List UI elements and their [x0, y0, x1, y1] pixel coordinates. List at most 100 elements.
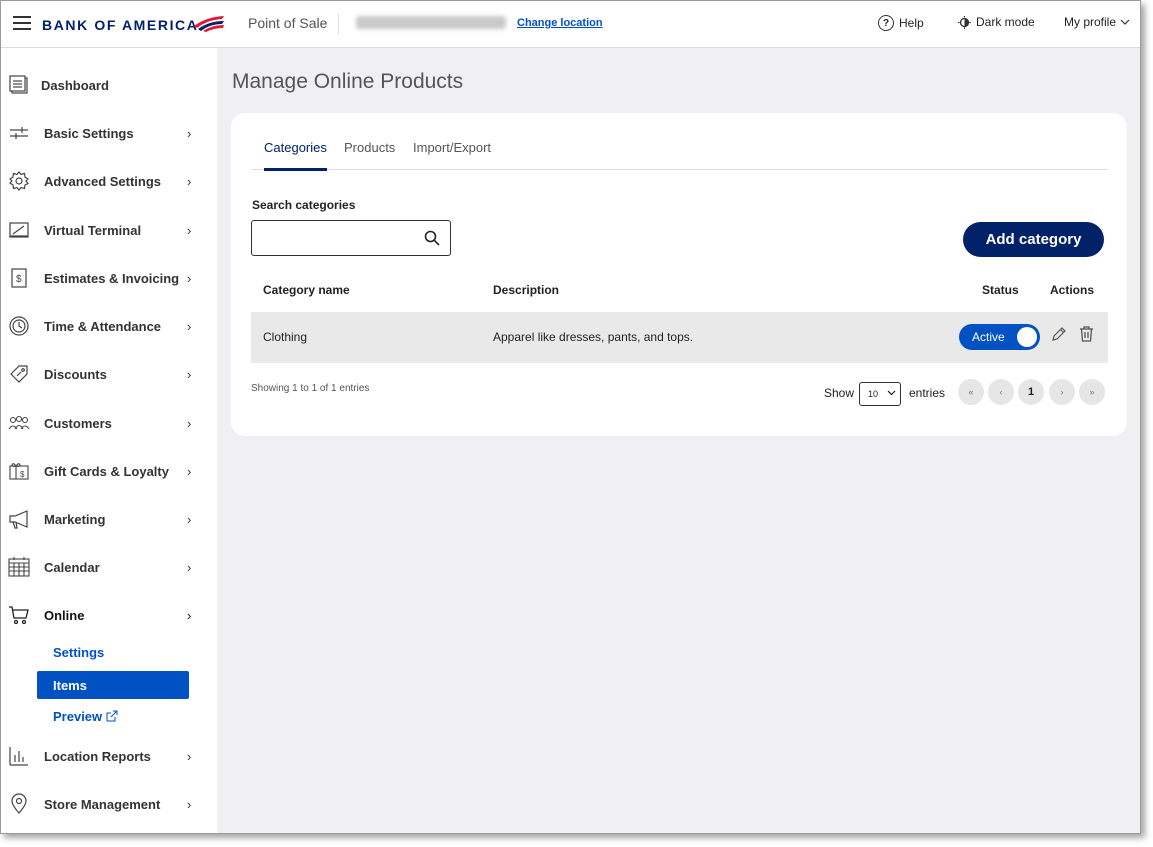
chevron-down-icon: [887, 390, 896, 396]
sidebar-item-marketing[interactable]: Marketing ›: [1, 499, 216, 539]
profile-label: My profile: [1064, 15, 1117, 29]
pagination-first[interactable]: «: [958, 379, 984, 405]
tag-icon: [10, 365, 28, 383]
sidebar-item-label: Dashboard: [41, 77, 109, 93]
chevron-right-icon: ›: [187, 318, 192, 334]
dark-mode-button[interactable]: Dark mode: [958, 15, 1035, 29]
sidebar-item-dashboard[interactable]: Dashboard: [1, 65, 216, 105]
chevron-right-icon: ›: [187, 366, 192, 382]
chevron-right-icon: ›: [187, 463, 192, 479]
tab-import-export[interactable]: Import/Export: [413, 140, 491, 168]
column-header-description: Description: [493, 283, 560, 297]
add-category-button[interactable]: Add category: [963, 222, 1104, 257]
tab-categories[interactable]: Categories: [264, 140, 327, 171]
categories-card: Categories Products Import/Export Search…: [231, 113, 1127, 436]
chevron-right-icon: ›: [187, 270, 192, 286]
help-icon: ?: [878, 15, 894, 31]
pagination-page-1[interactable]: 1: [1018, 379, 1044, 405]
sidebar-item-discounts[interactable]: Discounts ›: [1, 354, 216, 394]
sidebar-item-location-reports[interactable]: Location Reports ›: [1, 736, 216, 776]
chevron-right-icon: ›: [187, 559, 192, 575]
chevron-down-icon: [1120, 19, 1130, 25]
sidebar-subitem-preview[interactable]: Preview: [37, 702, 189, 730]
edit-pencil-icon[interactable]: [1051, 326, 1067, 342]
gift-card-icon: $: [9, 463, 29, 480]
location-name-redacted: [356, 16, 506, 29]
flag-logo-icon: [194, 16, 224, 32]
show-label: Show: [824, 386, 855, 400]
app-name: Point of Sale: [248, 15, 328, 31]
gear-icon: [9, 171, 29, 191]
sidebar-item-customers[interactable]: Customers ›: [1, 403, 216, 443]
status-toggle[interactable]: Active: [959, 324, 1040, 350]
calendar-icon: [8, 557, 30, 577]
sidebar-item-advanced-settings[interactable]: Advanced Settings ›: [1, 161, 216, 201]
top-bar: BANK OF AMERICA Point of Sale Change loc…: [1, 1, 1140, 48]
search-icon[interactable]: [424, 230, 440, 246]
sidebar-item-online[interactable]: Online ›: [1, 595, 216, 635]
toggle-knob: [1017, 327, 1037, 347]
profile-menu[interactable]: My profile: [1064, 15, 1130, 29]
sidebar-item-label: Basic Settings: [44, 125, 134, 141]
page-size-select[interactable]: 10: [859, 382, 901, 406]
terminal-icon: [9, 222, 29, 238]
sidebar-item-label: Location Reports: [44, 748, 151, 764]
sidebar-subitem-items[interactable]: Items: [37, 671, 189, 699]
location-pin-icon: [11, 793, 27, 814]
trash-icon[interactable]: [1079, 326, 1094, 342]
sidebar-item-store-management[interactable]: Store Management ›: [1, 784, 216, 824]
main-content: Manage Online Products Categories Produc…: [217, 48, 1140, 833]
app-window: BANK OF AMERICA Point of Sale Change loc…: [0, 0, 1141, 834]
menu-icon[interactable]: [13, 16, 31, 30]
tab-products[interactable]: Products: [344, 140, 395, 168]
sidebar-item-label: Discounts: [44, 366, 107, 382]
status-toggle-label: Active: [972, 330, 1005, 344]
sidebar-item-label: Estimates & Invoicing: [44, 270, 180, 286]
description-cell: Apparel like dresses, pants, and tops.: [493, 330, 694, 344]
svg-text:$: $: [16, 274, 22, 285]
cart-icon: [9, 606, 29, 625]
help-label: Help: [899, 16, 924, 30]
chevron-right-icon: ›: [187, 607, 192, 623]
sidebar-item-label: Customers: [44, 415, 112, 431]
help-button[interactable]: ? Help: [878, 15, 924, 31]
customers-icon: [8, 415, 30, 430]
chevron-right-icon: ›: [187, 125, 192, 141]
change-location-link[interactable]: Change location: [517, 17, 603, 29]
chevron-right-icon: ›: [187, 173, 192, 189]
column-header-status: Status: [982, 283, 1019, 297]
sidebar-item-gift-cards-loyalty[interactable]: $ Gift Cards & Loyalty ›: [1, 451, 216, 491]
pagination-next[interactable]: ›: [1049, 379, 1075, 405]
sidebar-item-basic-settings[interactable]: Basic Settings ›: [1, 113, 216, 153]
sidebar-item-label: Time & Attendance: [44, 318, 162, 334]
entries-summary: Showing 1 to 1 of 1 entries: [251, 383, 370, 394]
page-title: Manage Online Products: [232, 70, 464, 93]
pagination-last[interactable]: »: [1079, 379, 1105, 405]
sidebar-item-label: Advanced Settings: [44, 173, 162, 189]
sidebar: Dashboard Basic Settings › Advanced Sett…: [1, 48, 216, 833]
megaphone-icon: [9, 510, 28, 529]
pagination-prev[interactable]: ‹: [988, 379, 1014, 405]
sidebar-item-label: Online: [44, 607, 85, 623]
contrast-icon: [958, 15, 971, 29]
sidebar-item-virtual-terminal[interactable]: Virtual Terminal ›: [1, 210, 216, 250]
search-label: Search categories: [252, 198, 356, 212]
external-link-icon: [106, 710, 118, 722]
sidebar-item-label: Store Management: [44, 796, 161, 812]
sidebar-item-label: Gift Cards & Loyalty: [44, 463, 169, 479]
chevron-right-icon: ›: [187, 222, 192, 238]
svg-text:$: $: [20, 470, 25, 479]
sidebar-subitem-settings[interactable]: Settings: [37, 638, 189, 666]
sidebar-item-label: Virtual Terminal: [44, 222, 142, 238]
search-input[interactable]: [260, 229, 424, 246]
sidebar-item-time-attendance[interactable]: Time & Attendance ›: [1, 306, 216, 346]
chevron-right-icon: ›: [187, 796, 192, 812]
category-name-cell: Clothing: [263, 330, 308, 344]
header-divider: [338, 14, 339, 34]
dark-mode-label: Dark mode: [976, 15, 1035, 29]
chevron-right-icon: ›: [187, 748, 192, 764]
sidebar-item-estimates-invoicing[interactable]: $ Estimates & Invoicing ›: [1, 258, 216, 298]
sidebar-item-calendar[interactable]: Calendar ›: [1, 547, 216, 587]
sidebar-subitem-label: Preview: [53, 708, 103, 724]
sidebar-subitem-label: Items: [53, 677, 87, 693]
